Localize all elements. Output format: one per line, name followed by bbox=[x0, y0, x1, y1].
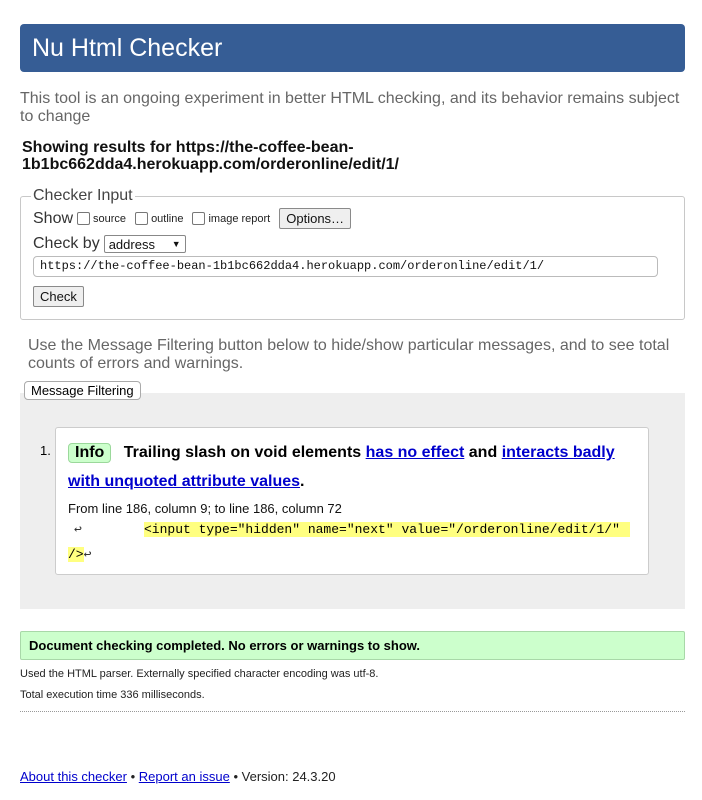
line-feed-icon: ↩ bbox=[74, 522, 82, 537]
check-by-select[interactable]: address ▼ bbox=[103, 235, 186, 253]
line-feed-icon: ↩ bbox=[83, 547, 92, 562]
message-title: Info Trailing slash on void elements has… bbox=[68, 443, 615, 490]
page-title: Nu Html Checker bbox=[32, 34, 223, 62]
about-link[interactable]: About this checker bbox=[20, 769, 127, 784]
chevron-down-icon: ▼ bbox=[171, 239, 181, 249]
message-item: Info Trailing slash on void elements has… bbox=[55, 427, 649, 575]
header-bar: Nu Html Checker bbox=[20, 24, 685, 72]
footer: About this checker • Report an issue • V… bbox=[20, 769, 336, 784]
show-label: Show bbox=[33, 209, 74, 227]
message-number: 1. bbox=[40, 443, 51, 458]
status-success-banner: Document checking completed. No errors o… bbox=[20, 631, 685, 660]
has-no-effect-link[interactable]: has no effect bbox=[366, 444, 465, 461]
info-badge: Info bbox=[68, 443, 112, 463]
intro-text: This tool is an ongoing experiment in be… bbox=[20, 90, 680, 125]
filter-note: Use the Message Filtering button below t… bbox=[28, 337, 670, 372]
report-issue-link[interactable]: Report an issue bbox=[139, 769, 230, 784]
checker-input-legend: Checker Input bbox=[33, 187, 133, 204]
showing-results-heading: Showing results for https://the-coffee-b… bbox=[22, 139, 399, 173]
message-filtering-button[interactable]: Message Filtering bbox=[24, 381, 141, 400]
code-highlight: <input type="hidden" name="next" value="… bbox=[144, 522, 630, 537]
check-button[interactable]: Check bbox=[33, 286, 84, 307]
checkbox-box[interactable] bbox=[77, 212, 91, 225]
url-input[interactable]: https://the-coffee-bean-1b1bc662dda4.her… bbox=[33, 256, 658, 277]
code-highlight-end: /> bbox=[68, 547, 84, 562]
check-by-row: Check by address ▼ bbox=[33, 235, 672, 253]
options-button[interactable]: Options… bbox=[279, 208, 352, 229]
check-by-label: Check by bbox=[33, 235, 100, 252]
show-source-checkbox[interactable]: source bbox=[77, 212, 126, 225]
version-text: Version: 24.3.20 bbox=[241, 769, 336, 784]
parser-detail: Used the HTML parser. Externally specifi… bbox=[20, 668, 379, 680]
message-location: From line 186, column 9; to line 186, co… bbox=[68, 501, 342, 516]
show-options-row: Show source outline image report Options… bbox=[33, 208, 672, 229]
execution-time-detail: Total execution time 336 milliseconds. bbox=[20, 689, 205, 701]
divider bbox=[20, 711, 685, 712]
show-image-report-checkbox[interactable]: image report bbox=[192, 212, 270, 225]
checker-input-fieldset: Checker Input Show source outline image … bbox=[20, 187, 685, 320]
results-panel: 1. Info Trailing slash on void elements … bbox=[20, 393, 685, 609]
show-outline-checkbox[interactable]: outline bbox=[135, 212, 183, 225]
page: Nu Html Checker This tool is an ongoing … bbox=[0, 0, 702, 800]
checkbox-box[interactable] bbox=[192, 212, 206, 225]
checkbox-box[interactable] bbox=[135, 212, 149, 225]
code-extract: ↩ <input type="hidden" name="next" value=… bbox=[68, 517, 636, 567]
